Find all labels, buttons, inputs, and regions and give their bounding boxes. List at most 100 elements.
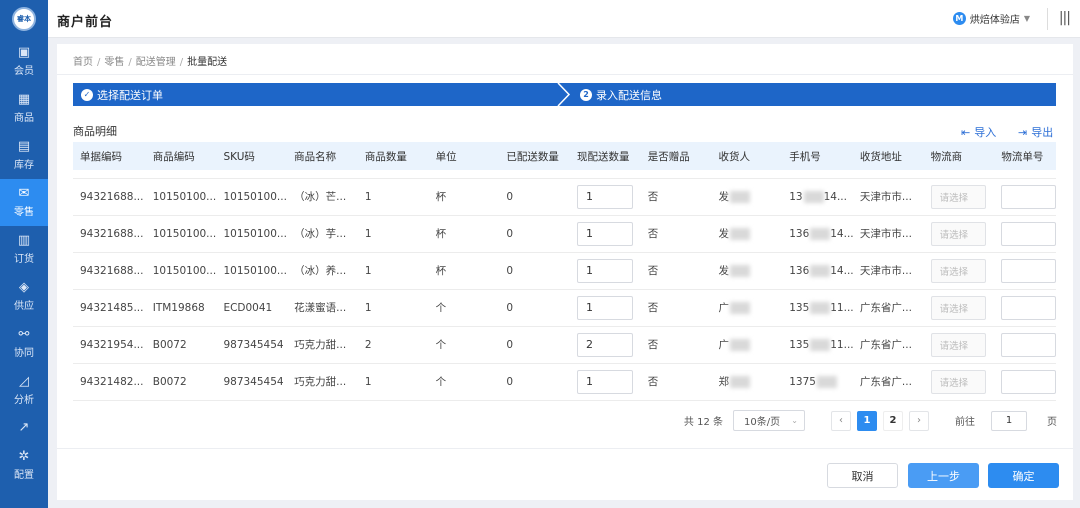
unit-cell: 个: [428, 289, 500, 327]
breadcrumb-item[interactable]: 配送管理: [136, 57, 176, 68]
shipped-quantity-cell: 0: [499, 289, 571, 327]
product-code-cell: B0072: [145, 363, 217, 401]
is-gift-cell: 否: [640, 178, 712, 216]
logistics-select[interactable]: 请选择: [930, 184, 986, 209]
sku-cell: ECD0041: [216, 289, 288, 327]
step-two-icon: 2: [580, 88, 592, 101]
step-select-orders[interactable]: ✓ 选择配送订单: [81, 83, 163, 106]
tracking-number-input[interactable]: [1001, 332, 1056, 357]
sidebar-item-2[interactable]: ▤ 库存: [0, 132, 48, 179]
tracking-number-cell: [994, 363, 1056, 401]
logistics-select[interactable]: 请选择: [930, 221, 986, 246]
ship-quantity-input[interactable]: 1: [577, 295, 634, 320]
sidebar-item-8[interactable]: ↗: [0, 414, 48, 442]
ship-now-cell: 1: [570, 252, 641, 290]
total-count: 共 12 条: [683, 417, 723, 428]
breadcrumb-item[interactable]: 首页: [73, 57, 93, 68]
breadcrumb-item[interactable]: 零售: [104, 57, 124, 68]
brand-logo[interactable]: 睿本: [12, 7, 36, 31]
privacy-mask: [810, 227, 831, 240]
product-name-cell: 巧克力甜...: [287, 326, 358, 364]
step-label: 选择配送订单: [97, 88, 163, 102]
step-enter-info[interactable]: 2 录入配送信息: [580, 83, 662, 106]
product-code-cell: 10150100...: [145, 215, 217, 253]
export-button[interactable]: ⇥ 导出: [1018, 124, 1053, 140]
tracking-number-input[interactable]: [1001, 258, 1056, 283]
envelope-icon: ✉: [18, 186, 30, 201]
ship-quantity-input[interactable]: 1: [577, 221, 634, 246]
unit-cell: 个: [428, 326, 500, 364]
breadcrumb-separator: /: [97, 57, 101, 68]
next-page-button[interactable]: ›: [909, 410, 929, 431]
import-button[interactable]: ⇤ 导入: [961, 124, 996, 140]
receiver-cell: 广: [711, 326, 783, 364]
ship-quantity-input[interactable]: 2: [577, 332, 634, 357]
sidebar-item-label: 订货: [14, 254, 34, 265]
ship-quantity-input[interactable]: 1: [577, 258, 634, 283]
layers-icon: ◈: [19, 280, 29, 295]
breadcrumb-separator: /: [128, 57, 132, 68]
tracking-number-input[interactable]: [1001, 221, 1056, 246]
tracking-number-input[interactable]: [1001, 369, 1056, 394]
sidebar-item-label: 配置: [14, 470, 34, 481]
ship-quantity-input[interactable]: 1: [577, 184, 634, 209]
page-button-1[interactable]: 1: [857, 410, 877, 431]
store-avatar: M: [952, 12, 966, 25]
tracking-number-input[interactable]: [1001, 295, 1056, 320]
sidebar-item-0[interactable]: ▣ 会员: [0, 38, 48, 85]
page-size-select[interactable]: 10条/页 ⌄: [733, 410, 805, 431]
pagination: 共 12 条 10条/页 ⌄ ‹ 1 2 › 前往 1 页: [684, 410, 1057, 431]
store-switcher[interactable]: M 烘焙体验店 ▼: [952, 11, 1030, 26]
unit-cell: 杯: [428, 215, 500, 253]
menu-icon[interactable]: |||: [1059, 10, 1071, 26]
share-icon: ⚯: [18, 327, 30, 342]
column-header: 物流单号: [994, 142, 1056, 170]
shipped-quantity-cell: 0: [499, 363, 571, 401]
logistics-select[interactable]: 请选择: [930, 332, 986, 357]
sidebar-item-7[interactable]: ◿ 分析: [0, 367, 48, 414]
order-code-cell: 94321954...: [73, 326, 146, 364]
check-icon: ✓: [81, 88, 93, 101]
logistics-select[interactable]: 请选择: [930, 258, 986, 283]
sidebar-item-label: 会员: [14, 66, 34, 77]
breadcrumb-item: 批量配送: [187, 57, 228, 68]
cancel-button[interactable]: 取消: [827, 463, 898, 488]
quantity-cell: 2: [357, 326, 429, 364]
prev-page-button[interactable]: ‹: [831, 410, 851, 431]
privacy-mask: [729, 228, 750, 240]
sidebar-item-6[interactable]: ⚯ 协同: [0, 320, 48, 367]
top-bar: 睿本 商户前台 M 烘焙体验店 ▼ |||: [0, 0, 1080, 38]
privacy-mask: [816, 375, 837, 388]
goto-page-input[interactable]: 1: [991, 410, 1027, 431]
page-button-2[interactable]: 2: [883, 410, 903, 431]
column-header: 商品名称: [287, 142, 358, 170]
grid-icon: ▦: [17, 92, 31, 107]
product-name-cell: （冰）芒...: [287, 178, 358, 216]
tracking-number-input[interactable]: [1001, 184, 1056, 209]
product-table: 单据编码 商品编码 SKU码 商品名称 商品数量 单位 已配送数量 现配送数量 是否赠品 收货人手…: [73, 142, 1056, 401]
column-header: 手机号: [782, 142, 853, 170]
logistics-cell: 请选择: [923, 252, 995, 290]
order-code-cell: 94321485...: [73, 289, 146, 327]
sidebar-item-3[interactable]: ✉ 零售: [0, 179, 48, 226]
previous-step-button[interactable]: 上一步: [908, 463, 979, 488]
shipped-quantity-cell: 0: [499, 252, 571, 290]
ship-now-cell: 1: [570, 363, 641, 401]
logistics-select[interactable]: 请选择: [930, 295, 986, 320]
confirm-button[interactable]: 确定: [988, 463, 1059, 488]
product-name-cell: 花漾蜜语...: [287, 289, 358, 327]
sidebar-item-5[interactable]: ◈ 供应: [0, 273, 48, 320]
sidebar-item-9[interactable]: ✲ 配置: [0, 442, 48, 489]
warehouse-icon: ▤: [17, 139, 31, 154]
column-header: 收货地址: [852, 142, 924, 170]
sidebar-item-4[interactable]: ▥ 订货: [0, 226, 48, 273]
ship-now-cell: 1: [570, 215, 641, 253]
column-header: 收货人: [711, 142, 783, 170]
sidebar-item-1[interactable]: ▦ 商品: [0, 85, 48, 132]
phone-prefix: 136: [789, 264, 810, 277]
caret-down-icon: ▼: [1023, 14, 1030, 23]
ship-quantity-input[interactable]: 1: [577, 369, 634, 394]
sku-cell: 10150100...: [216, 252, 288, 290]
privacy-mask: [810, 338, 831, 351]
logistics-select[interactable]: 请选择: [930, 369, 986, 394]
